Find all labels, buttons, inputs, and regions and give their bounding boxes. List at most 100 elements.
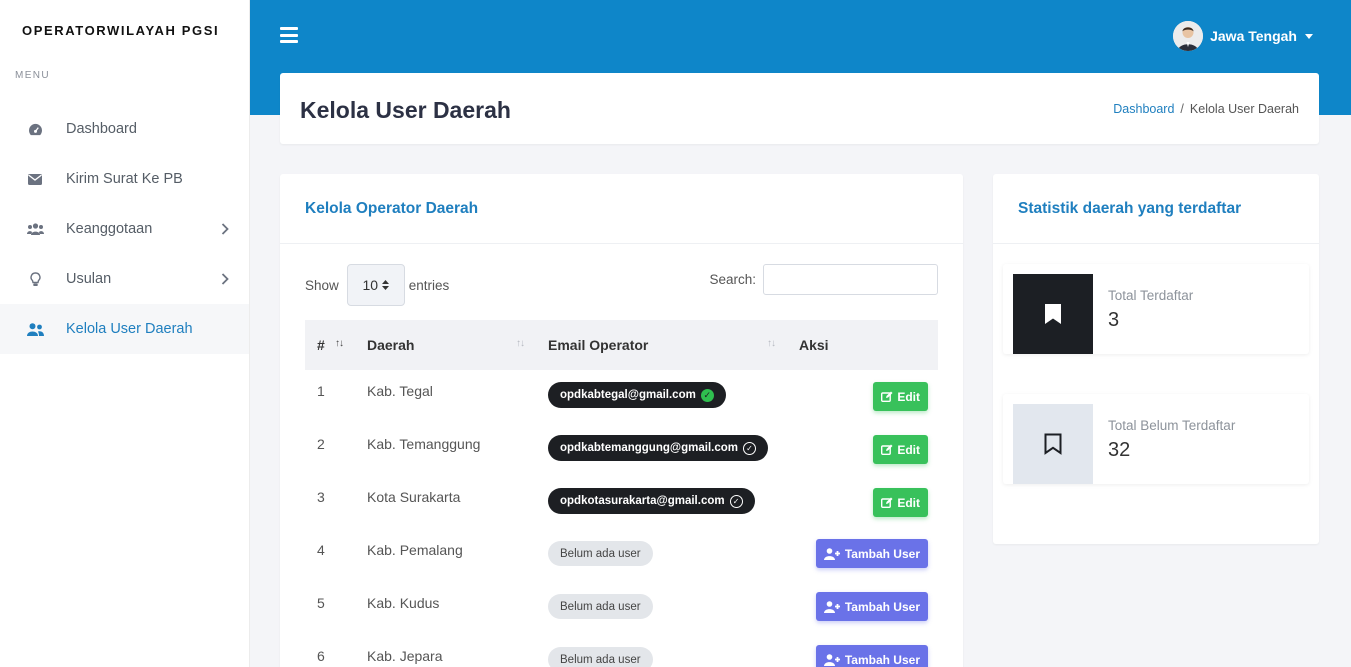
entries-control: Show 10 entries	[305, 264, 449, 306]
stat-total-belum-terdaftar: Total Belum Terdaftar 32	[1003, 394, 1309, 484]
no-user-badge: Belum ada user	[548, 647, 653, 667]
row-daerah: Kab. Temanggung	[367, 436, 481, 452]
edit-icon	[881, 391, 893, 402]
sort-icon: ↑↓	[767, 338, 776, 349]
sidebar-item-label: Keanggotaan	[66, 221, 153, 237]
breadcrumb: Dashboard / Kelola User Daerah	[1113, 102, 1299, 116]
user-group-icon	[26, 320, 44, 338]
divider	[280, 243, 963, 244]
operators-table: # ↑↓ Daerah ↑↓ Email Operator ↑↓ Aksi 1 Kab…	[305, 320, 938, 667]
entries-label: entries	[408, 277, 450, 293]
entries-select[interactable]: 10	[346, 264, 405, 306]
row-number: 3	[317, 489, 325, 505]
operators-card: Kelola Operator Daerah Show 10 entries S…	[280, 174, 963, 667]
row-number: 6	[317, 648, 325, 664]
edit-button[interactable]: Edit	[873, 382, 928, 411]
check-circle-icon: ✓	[729, 494, 743, 508]
row-daerah: Kota Surakarta	[367, 489, 461, 505]
breadcrumb-home-link[interactable]: Dashboard	[1113, 102, 1174, 116]
column-header-aksi: Aksi	[799, 337, 829, 353]
row-number: 2	[317, 436, 325, 452]
sidebar-item-label: Usulan	[66, 271, 112, 287]
stats-card: Statistik daerah yang terdaftar Total Te…	[993, 174, 1319, 544]
sidebar-item-usulan[interactable]: Usulan	[0, 254, 249, 304]
verified-check-icon: ✓	[700, 388, 714, 402]
search-label: Search:	[709, 272, 756, 287]
breadcrumb-separator: /	[1180, 102, 1184, 116]
sidebar-item-label: Kelola User Daerah	[66, 321, 193, 337]
edit-icon	[881, 497, 893, 508]
check-circle-icon: ✓	[742, 441, 756, 455]
column-header-daerah[interactable]: Daerah ↑↓	[355, 320, 536, 370]
card-title: Statistik daerah yang terdaftar	[1018, 200, 1242, 217]
caret-down-icon	[1305, 33, 1313, 39]
email-badge: opdkabtemanggung@gmail.com ✓	[548, 435, 768, 461]
divider	[993, 243, 1319, 244]
row-daerah: Kab. Kudus	[367, 595, 440, 611]
sidebar-item-kirim-surat[interactable]: Kirim Surat Ke PB	[0, 154, 249, 204]
table-row: 2 Kab. Temanggung opdkabtemanggung@gmail…	[305, 423, 938, 476]
select-arrows-icon	[382, 280, 390, 290]
chevron-right-icon	[221, 222, 229, 240]
stat-value: 3	[1108, 309, 1120, 331]
user-name: Jawa Tengah	[1210, 28, 1297, 44]
row-number: 1	[317, 383, 325, 399]
no-user-badge: Belum ada user	[548, 541, 653, 566]
table-row: 5 Kab. Kudus Belum ada user Tambah User	[305, 582, 938, 635]
table-row: 6 Kab. Jepara Belum ada user Tambah User	[305, 635, 938, 667]
stat-label: Total Belum Terdaftar	[1108, 418, 1236, 433]
sidebar-item-keanggotaan[interactable]: Keanggotaan	[0, 204, 249, 254]
sort-asc-icon: ↑↓	[335, 338, 344, 349]
bookmark-outline-icon	[1013, 404, 1093, 484]
add-user-button[interactable]: Tambah User	[815, 539, 928, 568]
sidebar-item-label: Kirim Surat Ke PB	[66, 171, 183, 187]
email-badge: opdkotasurakarta@gmail.com ✓	[548, 488, 755, 514]
sidebar-item-label: Dashboard	[66, 121, 137, 137]
avatar	[1173, 21, 1204, 51]
sidebar-nav: Dashboard Kirim Surat Ke PB Keanggotaan …	[0, 104, 249, 354]
table-row: 3 Kota Surakarta opdkotasurakarta@gmail.…	[305, 476, 938, 529]
column-header-number[interactable]: # ↑↓	[305, 320, 355, 370]
chevron-right-icon	[221, 272, 229, 290]
table-header-row: # ↑↓ Daerah ↑↓ Email Operator ↑↓ Aksi	[305, 320, 938, 370]
search-input[interactable]	[763, 264, 938, 295]
stat-total-terdaftar: Total Terdaftar 3	[1003, 264, 1309, 354]
user-plus-icon	[823, 600, 841, 613]
no-user-badge: Belum ada user	[548, 594, 653, 619]
search-control: Search:	[709, 264, 938, 295]
row-number: 4	[317, 542, 325, 558]
row-daerah: Kab. Pemalang	[367, 542, 463, 558]
card-title: Kelola Operator Daerah	[305, 200, 479, 217]
stat-label: Total Terdaftar	[1108, 288, 1194, 303]
user-plus-icon	[823, 653, 841, 666]
users-icon	[26, 220, 44, 238]
table-row: 4 Kab. Pemalang Belum ada user Tambah Us…	[305, 529, 938, 582]
entries-value: 10	[362, 277, 379, 293]
show-label: Show	[305, 277, 339, 293]
edit-button[interactable]: Edit	[873, 488, 928, 517]
menu-toggle-icon[interactable]	[280, 27, 298, 43]
add-user-button[interactable]: Tambah User	[815, 645, 928, 667]
sidebar: OPERATORWILAYAH PGSI MENU Dashboard Kiri…	[0, 0, 250, 667]
stat-value: 32	[1108, 439, 1131, 461]
row-daerah: Kab. Jepara	[367, 648, 443, 664]
edit-icon	[881, 444, 893, 455]
bookmark-filled-icon	[1013, 274, 1093, 354]
add-user-button[interactable]: Tambah User	[815, 592, 928, 621]
user-menu[interactable]: Jawa Tengah	[1173, 21, 1313, 51]
edit-button[interactable]: Edit	[873, 435, 928, 464]
row-daerah: Kab. Tegal	[367, 383, 433, 399]
page-title: Kelola User Daerah	[300, 97, 511, 123]
row-number: 5	[317, 595, 325, 611]
sidebar-item-kelola-user-daerah[interactable]: Kelola User Daerah	[0, 304, 249, 354]
sort-icon: ↑↓	[516, 338, 525, 349]
page-header: Kelola User Daerah Dashboard / Kelola User…	[280, 73, 1319, 144]
lightbulb-icon	[26, 270, 44, 288]
menu-label: MENU	[15, 70, 51, 81]
column-header-email[interactable]: Email Operator ↑↓	[536, 320, 787, 370]
email-badge: opdkabtegal@gmail.com ✓	[548, 382, 726, 408]
sidebar-item-dashboard[interactable]: Dashboard	[0, 104, 249, 154]
dashboard-icon	[26, 120, 44, 138]
breadcrumb-current: Kelola User Daerah	[1189, 102, 1299, 116]
user-plus-icon	[823, 547, 841, 560]
